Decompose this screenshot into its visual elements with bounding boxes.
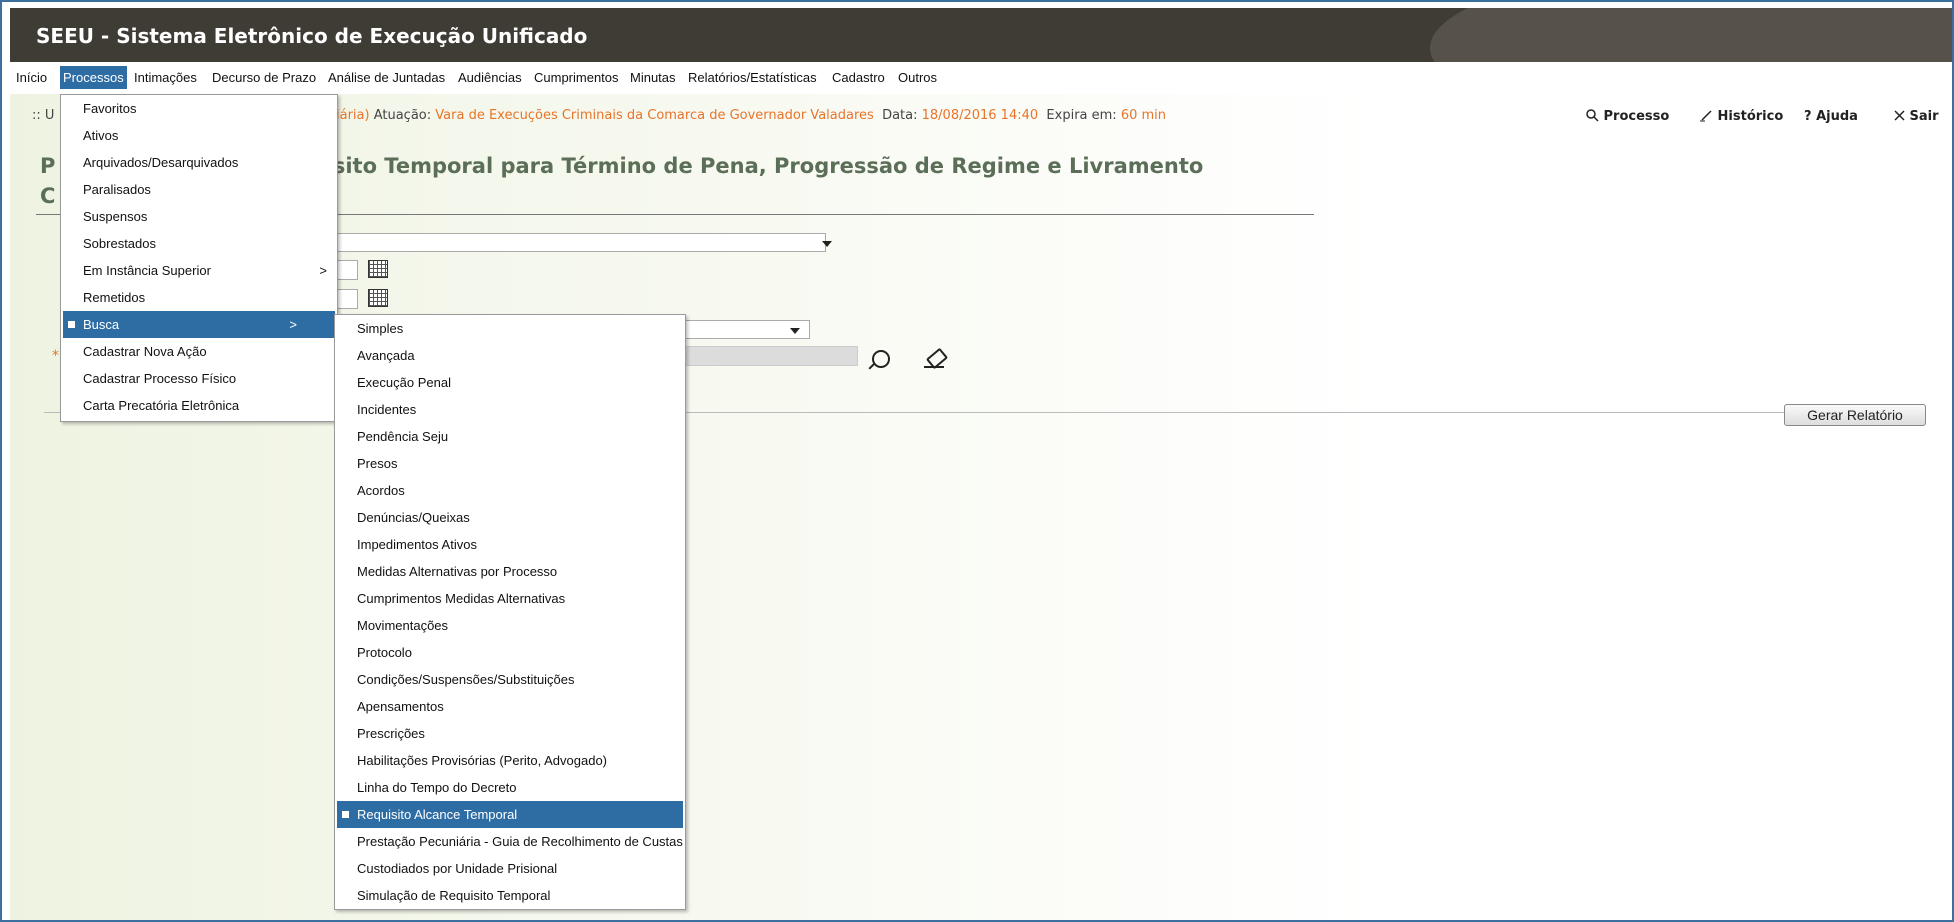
menu-item-paralisados[interactable]: Paralisados: [61, 176, 337, 203]
required-marker: *: [52, 348, 59, 364]
menu-item-ativos[interactable]: Ativos: [61, 122, 337, 149]
menu-item-remetidos[interactable]: Remetidos: [61, 284, 337, 311]
menu-item-em-instancia-superior-label: Em Instância Superior: [83, 263, 211, 278]
user-prefix: :: U: [32, 108, 55, 123]
busca-item-avancada[interactable]: Avançada: [335, 342, 685, 369]
chevron-down-icon: [790, 328, 800, 334]
busca-item-impedimentos-ativos[interactable]: Impedimentos Ativos: [335, 531, 685, 558]
busca-item-prestacao-pecuniaria[interactable]: Prestação Pecuniária - Guia de Recolhime…: [335, 828, 685, 855]
busca-item-prescricoes[interactable]: Prescrições: [335, 720, 685, 747]
busca-item-presos[interactable]: Presos: [335, 450, 685, 477]
menu-item-busca-label: Busca: [83, 317, 120, 332]
ajuda-link-label: Ajuda: [1816, 109, 1858, 124]
menu-item-cadastrar-processo-fisico[interactable]: Cadastrar Processo Físico: [61, 365, 337, 392]
process-number-input[interactable]: [680, 346, 858, 366]
eraser-icon-base: [924, 366, 944, 368]
busca-item-custodiados[interactable]: Custodiados por Unidade Prisional: [335, 855, 685, 882]
data-value: 18/08/2016 14:40: [921, 108, 1039, 123]
processo-link-label: Processo: [1603, 109, 1670, 124]
menu-outros[interactable]: Outros: [898, 70, 937, 85]
pencil-icon: [1700, 110, 1712, 122]
menu-processos[interactable]: Processos: [60, 66, 127, 89]
menu-audiencias[interactable]: Audiências: [458, 70, 522, 85]
busca-item-condicoes[interactable]: Condições/Suspensões/Substituições: [335, 666, 685, 693]
expira-label: Expira em:: [1046, 108, 1117, 123]
busca-item-linha-do-tempo[interactable]: Linha do Tempo do Decreto: [335, 774, 685, 801]
menu-decurso-de-prazo[interactable]: Decurso de Prazo: [212, 70, 316, 85]
menu-cadastro[interactable]: Cadastro: [832, 70, 885, 85]
busca-item-requisito-alcance-temporal[interactable]: Requisito Alcance Temporal: [337, 801, 683, 828]
ajuda-link[interactable]: ? Ajuda: [1804, 109, 1858, 124]
gerar-relatorio-button[interactable]: Gerar Relatório: [1784, 404, 1926, 426]
busca-item-pendencia-seju[interactable]: Pendência Seju: [335, 423, 685, 450]
chevron-down-icon: [822, 241, 832, 247]
header-decoration: [1430, 8, 1952, 62]
app-header: SEEU - Sistema Eletrônico de Execução Un…: [10, 8, 1952, 62]
submenu-arrow-icon: >: [319, 263, 327, 278]
busca-submenu: Simples Avançada Execução Penal Incident…: [334, 314, 686, 910]
menu-item-arquivados[interactable]: Arquivados/Desarquivados: [61, 149, 337, 176]
historico-link[interactable]: Histórico: [1700, 109, 1783, 124]
busca-item-simples[interactable]: Simples: [335, 315, 685, 342]
processo-link[interactable]: Processo: [1586, 109, 1669, 124]
help-icon: ?: [1804, 109, 1812, 124]
menu-minutas[interactable]: Minutas: [630, 70, 676, 85]
atuacao-label: Atuação:: [373, 108, 432, 123]
menu-intimacoes[interactable]: Intimações: [134, 70, 197, 85]
menu-item-carta-precatoria[interactable]: Carta Precatória Eletrônica: [61, 392, 337, 419]
session-info: :: U: [32, 108, 54, 123]
page-title-start: P: [40, 154, 56, 178]
processos-menu: Favoritos Ativos Arquivados/Desarquivado…: [60, 94, 338, 422]
menu-item-cadastrar-nova-acao[interactable]: Cadastrar Nova Ação: [61, 338, 337, 365]
main-menubar: Início Processos Intimações Decurso de P…: [10, 62, 1952, 94]
expira-value: 60 min: [1120, 108, 1167, 123]
historico-link-label: Histórico: [1717, 109, 1784, 124]
busca-item-cumprimentos-medidas[interactable]: Cumprimentos Medidas Alternativas: [335, 585, 685, 612]
busca-item-protocolo[interactable]: Protocolo: [335, 639, 685, 666]
app-window: SEEU - Sistema Eletrônico de Execução Un…: [0, 0, 1954, 922]
menu-item-suspensos[interactable]: Suspensos: [61, 203, 337, 230]
select-field-1[interactable]: [330, 233, 826, 252]
menu-item-favoritos[interactable]: Favoritos: [61, 95, 337, 122]
busca-item-movimentacoes[interactable]: Movimentações: [335, 612, 685, 639]
calendar-icon[interactable]: [368, 260, 388, 278]
close-icon: [1894, 110, 1905, 121]
menu-relatorios-estatisticas[interactable]: Relatórios/Estatísticas: [688, 70, 817, 85]
app-title: SEEU - Sistema Eletrônico de Execução Un…: [36, 24, 588, 48]
menu-inicio[interactable]: Início: [16, 70, 47, 85]
sair-link-label: Sair: [1909, 109, 1939, 124]
menu-item-busca[interactable]: Busca >: [63, 311, 335, 338]
session-details: iária) Atuação: Vara de Execuções Crimin…: [336, 108, 1166, 123]
busca-item-denuncias-queixas[interactable]: Denúncias/Queixas: [335, 504, 685, 531]
page-title-line2: C: [40, 184, 56, 208]
busca-item-acordos[interactable]: Acordos: [335, 477, 685, 504]
busca-item-simulacao[interactable]: Simulação de Requisito Temporal: [335, 882, 685, 909]
calendar-icon[interactable]: [368, 289, 388, 307]
menu-cumprimentos[interactable]: Cumprimentos: [534, 70, 619, 85]
user-role-partial: iária): [336, 108, 370, 123]
search-icon[interactable]: [872, 350, 890, 368]
menu-item-em-instancia-superior[interactable]: Em Instância Superior >: [61, 257, 337, 284]
busca-item-incidentes[interactable]: Incidentes: [335, 396, 685, 423]
menu-item-sobrestados[interactable]: Sobrestados: [61, 230, 337, 257]
busca-item-execucao-penal[interactable]: Execução Penal: [335, 369, 685, 396]
sair-link[interactable]: Sair: [1894, 109, 1939, 124]
submenu-arrow-icon: >: [289, 317, 297, 332]
data-label: Data:: [882, 108, 918, 123]
busca-item-habilitacoes[interactable]: Habilitações Provisórias (Perito, Advoga…: [335, 747, 685, 774]
page-title-rest: equisito Temporal para Término de Pena, …: [281, 154, 1204, 178]
busca-item-medidas-alternativas[interactable]: Medidas Alternativas por Processo: [335, 558, 685, 585]
busca-item-apensamentos[interactable]: Apensamentos: [335, 693, 685, 720]
atuacao-value: Vara de Execuções Criminais da Comarca d…: [435, 108, 874, 123]
menu-analise-de-juntadas[interactable]: Análise de Juntadas: [328, 70, 445, 85]
search-icon: [1586, 109, 1599, 122]
